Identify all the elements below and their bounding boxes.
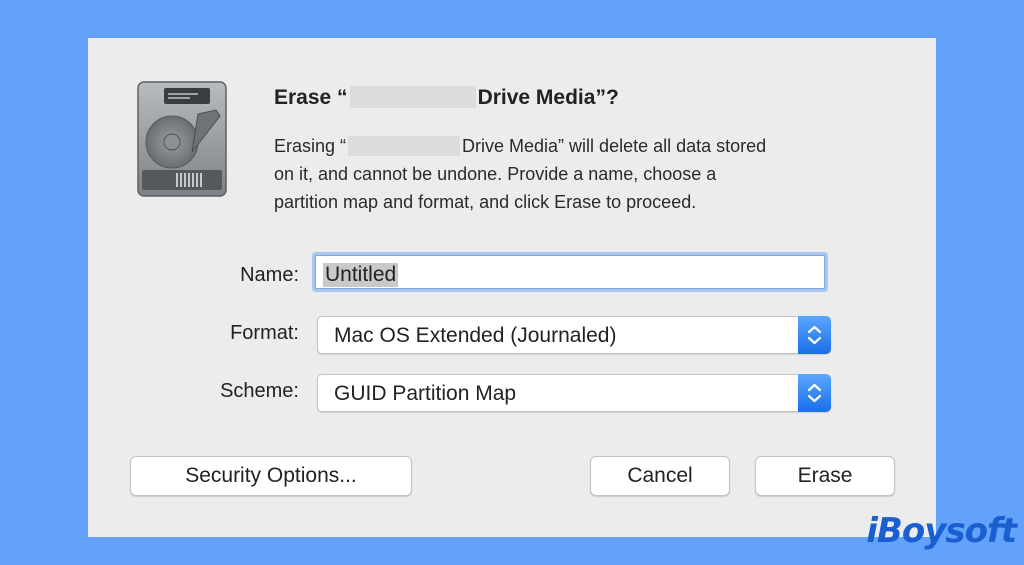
name-field-value: Untitled [323, 263, 399, 287]
description-prefix: Erasing “ [274, 136, 347, 156]
chevron-updown-icon[interactable] [798, 374, 831, 412]
format-select[interactable]: Mac OS Extended (Journaled) [317, 316, 831, 354]
name-label: Name: [240, 264, 299, 286]
scheme-select[interactable]: GUID Partition Map [317, 374, 831, 412]
erase-button[interactable]: Erase [755, 456, 895, 496]
chevron-updown-icon[interactable] [798, 316, 831, 354]
security-options-button[interactable]: Security Options... [130, 456, 412, 496]
redacted-drive-name [348, 136, 461, 156]
title-suffix: Drive Media”? [477, 86, 619, 109]
description-line-1: Erasing “ Drive Media” will delete all da… [274, 132, 914, 160]
iboysoft-watermark: iBoysoft [866, 511, 1017, 551]
hard-drive-icon [137, 81, 227, 197]
title-prefix: Erase “ [274, 86, 348, 109]
scheme-label: Scheme: [220, 380, 299, 402]
dialog-title: Erase “ Drive Media”? [274, 86, 619, 110]
erase-dialog: Erase “ Drive Media”? Erasing “ Drive Medi… [88, 38, 936, 537]
description-suffix: Drive Media” will delete all data stored [462, 136, 767, 156]
dialog-description: Erasing “ Drive Media” will delete all da… [274, 132, 914, 216]
description-line-2: on it, and cannot be undone. Provide a n… [274, 164, 717, 184]
scheme-value: GUID Partition Map [334, 382, 517, 405]
description-line-3: partition map and format, and click Eras… [274, 192, 697, 212]
name-field[interactable]: Untitled [312, 252, 828, 292]
format-label: Format: [230, 322, 299, 344]
cancel-button[interactable]: Cancel [590, 456, 730, 496]
format-value: Mac OS Extended (Journaled) [334, 324, 617, 347]
redacted-drive-name [349, 86, 476, 108]
